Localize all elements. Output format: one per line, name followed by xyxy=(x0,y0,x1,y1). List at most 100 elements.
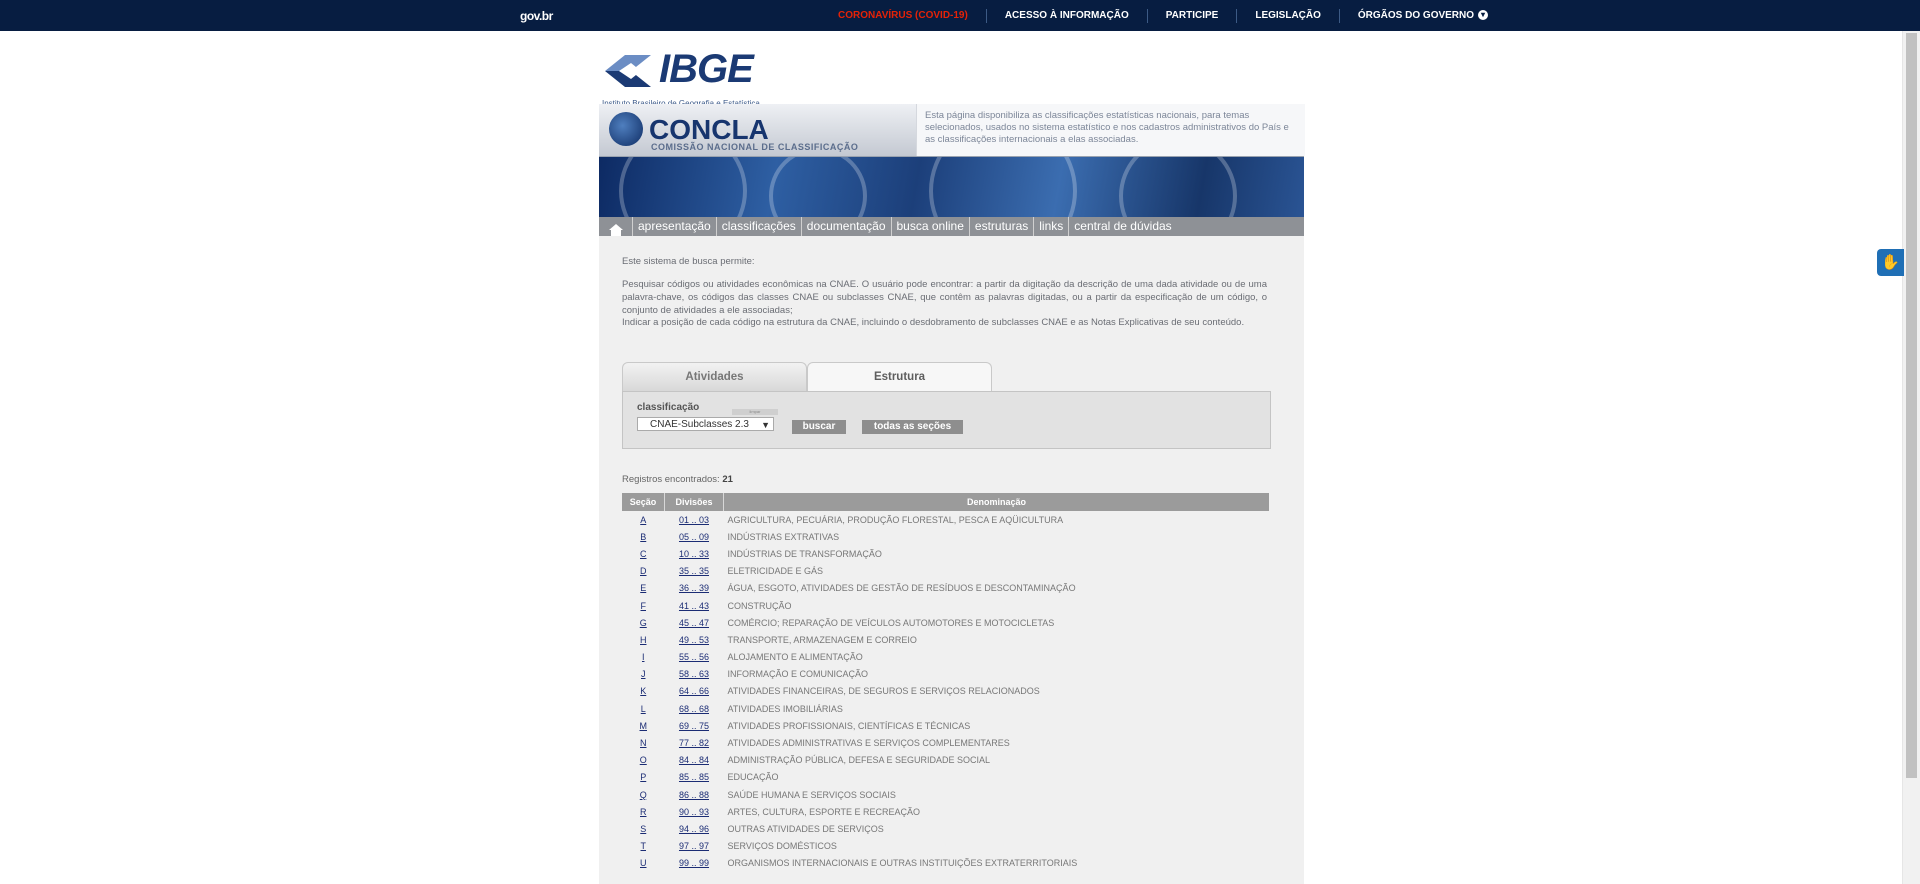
divisoes-link[interactable]: 97 .. 97 xyxy=(665,838,724,855)
secao-link[interactable]: B xyxy=(622,528,665,545)
menu-documentacao[interactable]: documentação xyxy=(802,217,892,236)
divisoes-link[interactable]: 90 .. 93 xyxy=(665,803,724,820)
menu-busca-online[interactable]: busca online xyxy=(892,217,970,236)
divisoes-link[interactable]: 55 .. 56 xyxy=(665,649,724,666)
secao-link[interactable]: H xyxy=(622,631,665,648)
banner-image xyxy=(599,157,1304,217)
results-count-value: 21 xyxy=(722,474,733,485)
divisoes-link[interactable]: 45 .. 47 xyxy=(665,614,724,631)
denominacao-cell: ATIVIDADES FINANCEIRAS, DE SEGUROS E SER… xyxy=(727,686,1040,697)
secao-link[interactable]: I xyxy=(622,649,665,666)
todas-secoes-button[interactable]: todas as seções xyxy=(862,420,963,434)
table-row: D 35 .. 35 ELETRICIDADE E GÁS xyxy=(622,563,1269,580)
ibge-logo[interactable]: IBGE Instituto Brasileiro de Geografia e… xyxy=(599,47,779,108)
menu-estruturas[interactable]: estruturas xyxy=(970,217,1035,236)
secao-link[interactable]: P xyxy=(622,769,665,786)
table-row: H 49 .. 53 TRANSPORTE, ARMAZENAGEM E CORRE… xyxy=(622,631,1269,648)
table-row: J 58 .. 63 INFORMAÇÃO E COMUNICAÇÃO xyxy=(622,666,1269,683)
divisoes-link[interactable]: 41 .. 43 xyxy=(665,597,724,614)
secao-link[interactable]: U xyxy=(622,855,665,872)
table-row: Q 86 .. 88 SAÚDE HUMANA E SERVIÇOS SOCIAIS xyxy=(622,786,1269,803)
buscar-button[interactable]: buscar xyxy=(792,420,846,434)
tab-estrutura[interactable]: Estrutura xyxy=(807,362,992,392)
table-row: A 01 .. 03 AGRICULTURA, PECUÁRIA, PRODUÇÃO… xyxy=(622,511,1269,528)
vertical-scrollbar[interactable] xyxy=(1902,31,1920,884)
menu-links[interactable]: links xyxy=(1034,217,1070,236)
classificacao-label: classificação xyxy=(637,402,700,413)
secao-link[interactable]: F xyxy=(622,597,665,614)
denominacao-cell: ATIVIDADES ADMINISTRATIVAS E SERVIÇOS CO… xyxy=(727,738,1010,749)
secao-link[interactable]: E xyxy=(622,580,665,597)
results-table: Seção Divisões Denominação A 01 .. 03 AGRI… xyxy=(622,493,1269,872)
denominacao-cell: EDUCAÇÃO xyxy=(727,772,779,783)
divisoes-link[interactable]: 68 .. 68 xyxy=(665,700,724,717)
clear-button[interactable]: limpar xyxy=(732,409,778,415)
gov-link-orgaos-label: ÓRGÃOS DO GOVERNO xyxy=(1357,9,1475,21)
gov-link-covid[interactable]: CORONAVÍRUS (COVID-19) xyxy=(820,8,987,23)
ibge-mark-icon xyxy=(605,55,651,87)
gov-link-acesso-informacao[interactable]: ACESSO À INFORMAÇÃO xyxy=(987,8,1148,23)
classificacao-select[interactable]: CNAE-Subclasses 2.3 ▼ xyxy=(637,417,774,431)
denominacao-cell: SAÚDE HUMANA E SERVIÇOS SOCIAIS xyxy=(727,789,896,800)
column-header-denominacao: Denominação xyxy=(723,493,1269,511)
divisoes-link[interactable]: 86 .. 88 xyxy=(665,786,724,803)
scrollbar-thumb[interactable] xyxy=(1906,33,1917,778)
search-form: classificação limpar CNAE-Subclasses 2.3… xyxy=(622,391,1271,449)
divisoes-link[interactable]: 64 .. 66 xyxy=(665,683,724,700)
divisoes-link[interactable]: 49 .. 53 xyxy=(665,631,724,648)
divisoes-link[interactable]: 94 .. 96 xyxy=(665,820,724,837)
main-content: Este sistema de busca permite: Pesquisar… xyxy=(599,236,1304,884)
secao-link[interactable]: D xyxy=(622,563,665,580)
denominacao-cell: COMÉRCIO; REPARAÇÃO DE VEÍCULOS AUTOMOTO… xyxy=(727,617,1055,628)
divisoes-link[interactable]: 10 .. 33 xyxy=(665,545,724,562)
divisoes-link[interactable]: 05 .. 09 xyxy=(665,528,724,545)
secao-link[interactable]: C xyxy=(622,545,665,562)
tabs: Atividades Estrutura xyxy=(622,362,1272,392)
denominacao-cell: OUTRAS ATIVIDADES DE SERVIÇOS xyxy=(727,823,884,834)
secao-link[interactable]: T xyxy=(622,838,665,855)
tab-atividades[interactable]: Atividades xyxy=(622,362,807,391)
table-row: R 90 .. 93 ARTES, CULTURA, ESPORTE E RECRE… xyxy=(622,803,1269,820)
divisoes-link[interactable]: 36 .. 39 xyxy=(665,580,724,597)
secao-link[interactable]: N xyxy=(622,734,665,751)
divisoes-link[interactable]: 77 .. 82 xyxy=(665,734,724,751)
secao-link[interactable]: M xyxy=(622,717,665,734)
results-count: Registros encontrados: 21 xyxy=(622,474,733,485)
denominacao-cell: INDÚSTRIAS EXTRATIVAS xyxy=(727,531,840,542)
denominacao-cell: ATIVIDADES PROFISSIONAIS, CIENTÍFICAS E … xyxy=(727,720,971,731)
home-icon xyxy=(608,223,623,236)
menu-apresentacao[interactable]: apresentação xyxy=(633,217,717,236)
menu-home[interactable] xyxy=(599,217,633,236)
divisoes-link[interactable]: 58 .. 63 xyxy=(665,666,724,683)
secao-link[interactable]: S xyxy=(622,820,665,837)
divisoes-link[interactable]: 01 .. 03 xyxy=(665,511,724,528)
menu-central-duvidas[interactable]: central de dúvidas xyxy=(1069,217,1176,236)
secao-link[interactable]: J xyxy=(622,666,665,683)
menu-classificacoes[interactable]: classificações xyxy=(717,217,802,236)
denominacao-cell: CONSTRUÇÃO xyxy=(727,600,792,611)
secao-link[interactable]: A xyxy=(622,511,665,528)
divisoes-link[interactable]: 99 .. 99 xyxy=(665,855,724,872)
denominacao-cell: ARTES, CULTURA, ESPORTE E RECREAÇÃO xyxy=(727,806,921,817)
secao-link[interactable]: K xyxy=(622,683,665,700)
gov-link-orgaos[interactable]: ÓRGÃOS DO GOVERNO ▾ xyxy=(1340,9,1506,23)
gov-link-legislacao[interactable]: LEGISLAÇÃO xyxy=(1237,8,1340,23)
hand-sign-icon[interactable]: ✋ xyxy=(1877,249,1904,276)
concla-description-box: Esta página disponibiliza as classificaç… xyxy=(916,104,1305,156)
gov-link-participe[interactable]: PARTICIPE xyxy=(1148,8,1238,23)
table-row: I 55 .. 56 ALOJAMENTO E ALIMENTAÇÃO xyxy=(622,649,1269,666)
divisoes-link[interactable]: 84 .. 84 xyxy=(665,752,724,769)
divisoes-link[interactable]: 69 .. 75 xyxy=(665,717,724,734)
secao-link[interactable]: O xyxy=(622,752,665,769)
denominacao-cell: ADMINISTRAÇÃO PÚBLICA, DEFESA E SEGURIDA… xyxy=(727,755,991,766)
intro-line-2: Pesquisar códigos ou atividades econômic… xyxy=(622,279,1267,316)
gov-links: CORONAVÍRUS (COVID-19) ACESSO À INFORMAÇ… xyxy=(820,0,1506,31)
divisoes-link[interactable]: 35 .. 35 xyxy=(665,563,724,580)
secao-link[interactable]: L xyxy=(622,700,665,717)
denominacao-cell: ÁGUA, ESGOTO, ATIVIDADES DE GESTÃO DE RE… xyxy=(727,583,1076,594)
secao-link[interactable]: G xyxy=(622,614,665,631)
govbr-logo[interactable]: gov.br xyxy=(520,9,553,23)
divisoes-link[interactable]: 85 .. 85 xyxy=(665,769,724,786)
secao-link[interactable]: Q xyxy=(622,786,665,803)
secao-link[interactable]: R xyxy=(622,803,665,820)
